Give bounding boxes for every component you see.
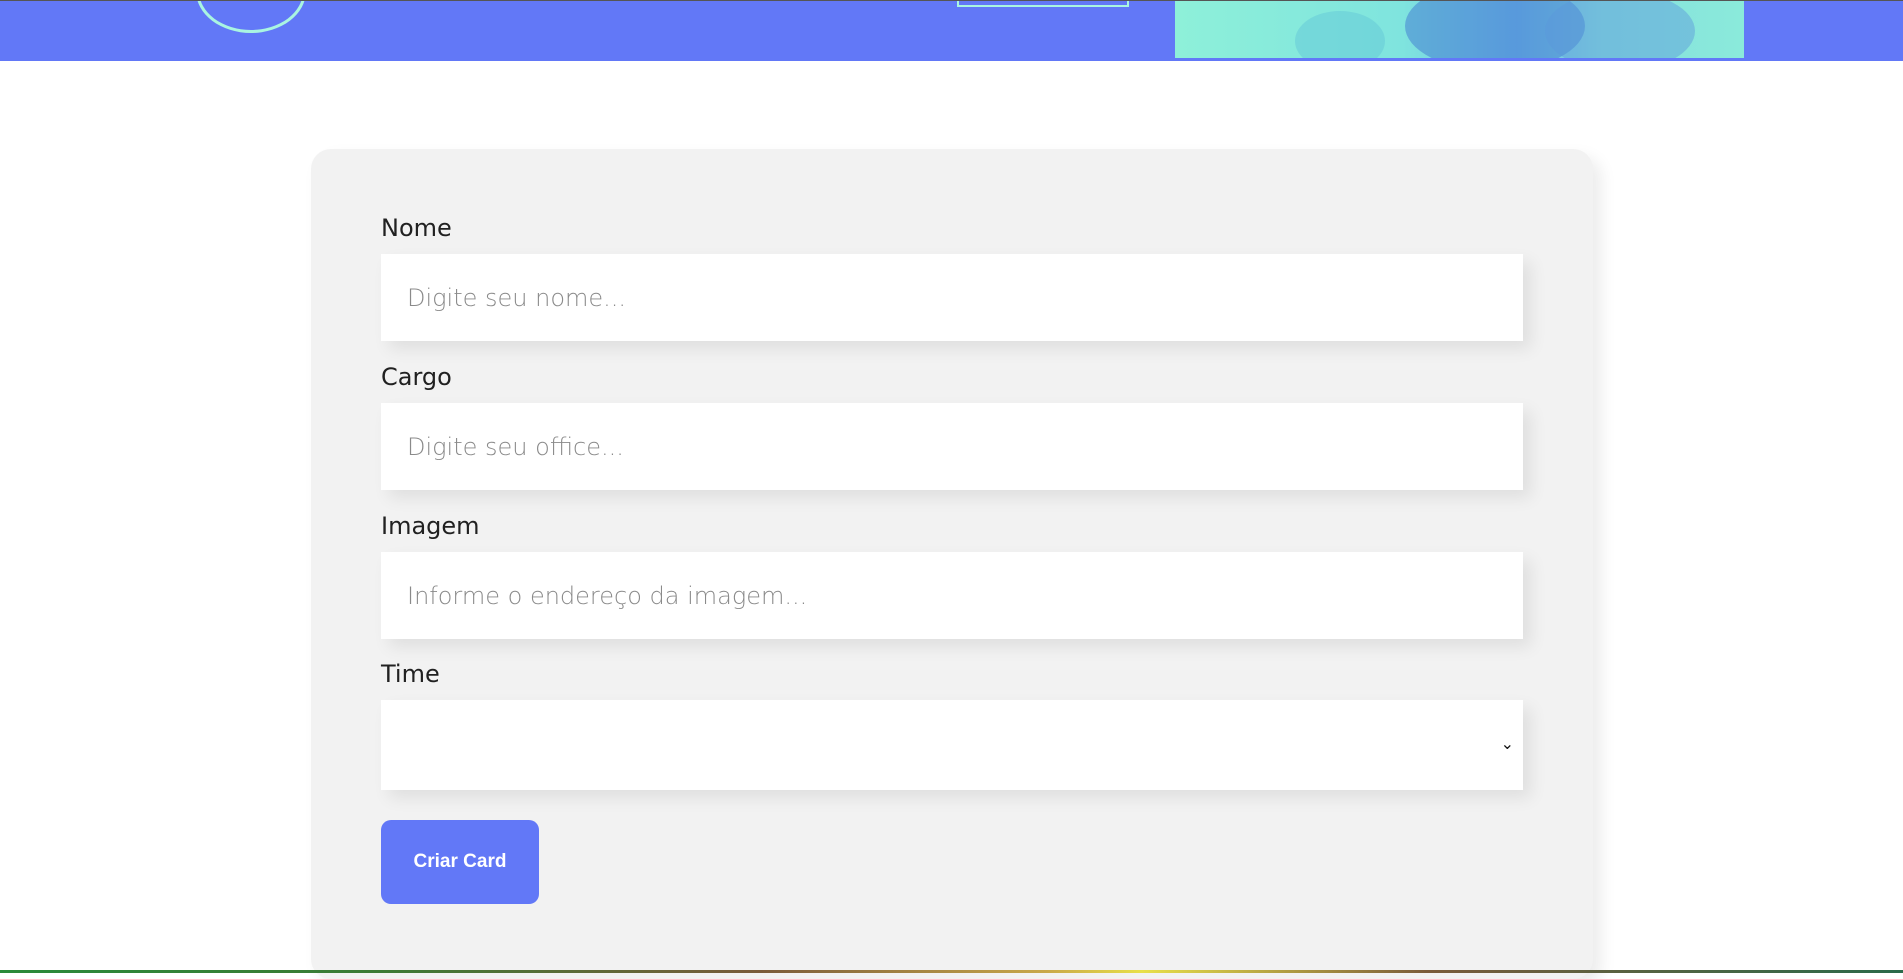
time-select[interactable]: ⌄: [381, 700, 1523, 790]
nome-label: Nome: [381, 214, 452, 242]
decorative-circle: [196, 1, 306, 33]
form-card: Nome Cargo Imagem Time ⌄ Criar Card: [311, 149, 1593, 979]
field-time: Time ⌄: [381, 659, 1523, 790]
decorative-shape: [957, 1, 1129, 7]
cargo-input[interactable]: [381, 403, 1523, 490]
chevron-down-icon: ⌄: [1500, 734, 1514, 753]
field-imagem: Imagem: [381, 511, 1523, 639]
field-nome: Nome: [381, 213, 1523, 341]
imagem-input[interactable]: [381, 552, 1523, 639]
header-banner: [0, 0, 1903, 61]
imagem-label: Imagem: [381, 512, 480, 540]
nome-input[interactable]: [381, 254, 1523, 341]
cargo-label: Cargo: [381, 363, 452, 391]
create-card-button[interactable]: Criar Card: [381, 820, 539, 904]
time-label: Time: [381, 660, 440, 688]
field-cargo: Cargo: [381, 362, 1523, 490]
banner-image: [1175, 1, 1744, 58]
